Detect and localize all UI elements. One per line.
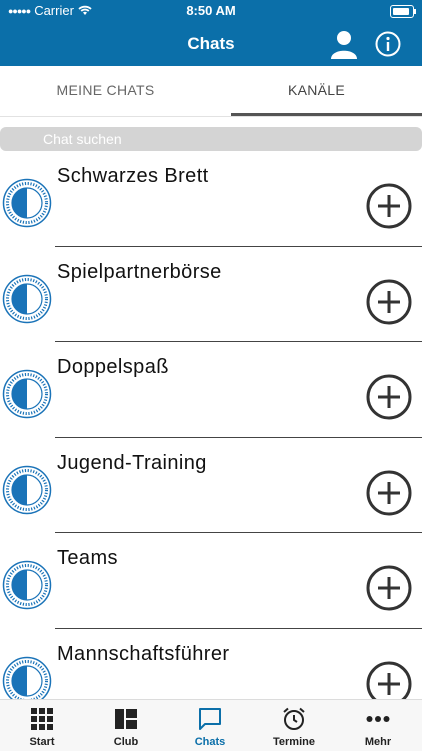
club-logo-icon xyxy=(2,561,52,610)
list-item[interactable]: Doppelspaß xyxy=(0,342,422,438)
status-bar: ●●●●● Carrier 8:50 AM xyxy=(0,0,422,22)
list-item[interactable]: Jugend-Training xyxy=(0,438,422,534)
search-input[interactable] xyxy=(0,127,422,151)
channel-list: Schwarzes Brett Spielpartnerbörse Doppel… xyxy=(0,151,422,725)
club-logo-icon xyxy=(2,274,52,323)
more-dots-icon xyxy=(366,716,390,722)
channel-name: Spielpartnerbörse xyxy=(57,260,222,283)
list-item[interactable]: Schwarzes Brett xyxy=(0,151,422,247)
tab-chats[interactable]: Chats xyxy=(168,700,252,751)
list-item[interactable]: Spielpartnerbörse xyxy=(0,247,422,343)
channel-name: Schwarzes Brett xyxy=(57,165,209,187)
tab-kanaele[interactable]: KANÄLE xyxy=(211,66,422,116)
channel-name: Doppelspaß xyxy=(57,356,169,379)
navigation-bar: Chats xyxy=(0,22,422,66)
tab-mehr[interactable]: Mehr xyxy=(336,700,420,751)
add-circle-icon[interactable] xyxy=(366,470,412,516)
info-icon[interactable] xyxy=(374,30,402,58)
tab-label: Start xyxy=(29,736,55,748)
tab-meine-chats[interactable]: MEINE CHATS xyxy=(0,66,211,116)
add-circle-icon[interactable] xyxy=(366,565,412,611)
tab-termine[interactable]: Termine xyxy=(252,700,336,751)
channel-name: Jugend-Training xyxy=(57,451,207,474)
status-time: 8:50 AM xyxy=(186,3,236,18)
list-item[interactable]: Teams xyxy=(0,533,422,629)
chat-bubble-icon xyxy=(199,708,221,730)
alarm-clock-icon xyxy=(283,707,305,730)
channel-name: Mannschaftsführer xyxy=(57,642,230,665)
grid-icon xyxy=(31,708,53,730)
tab-label: Chats xyxy=(194,736,226,748)
add-circle-icon[interactable] xyxy=(366,374,412,420)
bottom-tab-bar: Start Club Chats Termine Mehr xyxy=(0,699,422,751)
club-logo-icon xyxy=(2,465,52,515)
tab-label: Club xyxy=(113,736,139,748)
search-bar xyxy=(0,127,422,151)
person-icon[interactable] xyxy=(328,28,360,60)
tab-start[interactable]: Start xyxy=(0,700,84,751)
battery-icon xyxy=(390,5,416,18)
dashboard-icon xyxy=(115,709,137,729)
add-circle-icon[interactable] xyxy=(366,183,412,229)
add-circle-icon[interactable] xyxy=(366,279,412,325)
club-logo-icon xyxy=(2,178,52,228)
active-tab-indicator xyxy=(231,113,422,116)
chat-tabs: MEINE CHATS KANÄLE xyxy=(0,66,422,117)
tab-club[interactable]: Club xyxy=(84,700,168,751)
club-logo-icon xyxy=(2,369,52,419)
channel-name: Teams xyxy=(57,547,118,570)
tab-label: Termine xyxy=(273,736,315,748)
tab-label: Mehr xyxy=(364,736,392,748)
